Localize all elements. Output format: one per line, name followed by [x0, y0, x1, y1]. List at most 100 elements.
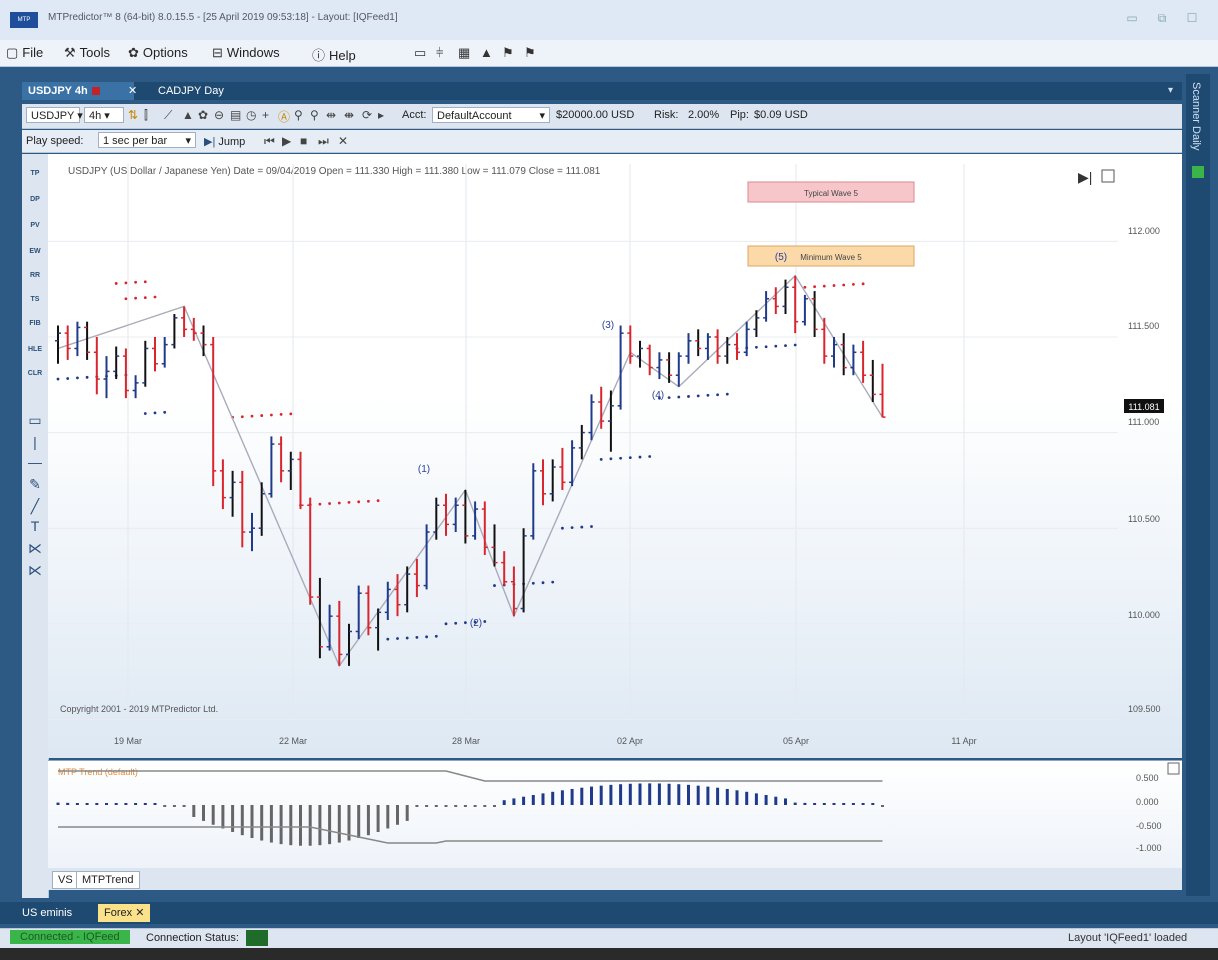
crosshair-icon[interactable]: +: [262, 108, 269, 122]
tool-fib[interactable]: FIB: [24, 320, 46, 327]
help-icon: ⓘ: [312, 48, 326, 63]
tab-vs[interactable]: VS: [52, 871, 79, 889]
indicator-bar: [502, 800, 506, 805]
tool-ew[interactable]: EW: [24, 248, 46, 255]
list-icon[interactable]: ▤: [230, 108, 241, 122]
price-bar: [675, 352, 682, 387]
toolbar-flag2-icon[interactable]: ⚑: [524, 45, 536, 61]
menu-options[interactable]: ✿ Options: [128, 45, 188, 61]
tabs-dropdown-icon[interactable]: ▾: [1168, 82, 1173, 100]
menu-help[interactable]: ⓘ Help: [312, 45, 356, 64]
indicator-title-name: MTP Trend: [58, 767, 102, 777]
zoom-in-icon[interactable]: ⚲: [294, 108, 303, 122]
annotate-icon[interactable]: Ⓐ: [278, 108, 290, 125]
stop-dot: [250, 414, 254, 418]
tool-pv[interactable]: PV: [24, 222, 46, 229]
playback-controls[interactable]: ▶|: [1078, 169, 1115, 185]
price-axis: 112.000 111.500 111.000 110.500 110.000 …: [1124, 226, 1164, 714]
reset-icon[interactable]: [1101, 169, 1115, 183]
fork2-tool-icon[interactable]: ⋉: [24, 562, 46, 579]
tool-hle[interactable]: HLE: [24, 346, 46, 353]
play-forward-icon[interactable]: ▸: [378, 108, 384, 122]
tab-usdjpy[interactable]: USDJPY 4h: [22, 82, 134, 100]
price-bar: [772, 287, 779, 315]
pencil-icon[interactable]: ✎: [24, 476, 46, 493]
horizontal-line-icon[interactable]: —: [24, 454, 46, 470]
stop-dot: [143, 412, 147, 415]
tab-us-eminis[interactable]: US eminis: [16, 904, 78, 922]
skip-forward-icon[interactable]: ⏭: [318, 134, 329, 149]
price-bar: [113, 346, 120, 380]
maximize-icon[interactable]: ☐: [1182, 10, 1202, 26]
play-icon[interactable]: ▶: [282, 134, 291, 148]
indicator-svg[interactable]: MTP Trend (default) 0.500 0.000 -0.500 -…: [48, 761, 1182, 869]
timeframe-dropdown[interactable]: 4h ▾: [84, 107, 124, 123]
print-icon[interactable]: ⊖: [214, 108, 224, 122]
tab-forex-close-icon[interactable]: ✕: [135, 907, 144, 919]
play-end-icon[interactable]: ▶|: [1078, 169, 1092, 185]
tool-dp[interactable]: DP: [24, 196, 46, 203]
risk-value[interactable]: 2.00%: [688, 109, 719, 121]
text-tool-icon[interactable]: T: [24, 518, 46, 534]
tool-ts[interactable]: TS: [24, 296, 46, 303]
tab-forex[interactable]: Forex ✕: [98, 904, 151, 922]
price-bar: [74, 321, 81, 357]
menu-tools[interactable]: ⚒ Tools: [64, 45, 110, 61]
toolbar-flag-icon[interactable]: ⚑: [502, 45, 514, 61]
bars-toggle-icon[interactable]: ⇅: [128, 108, 138, 122]
refresh-icon[interactable]: ⟳: [362, 108, 372, 122]
minimize-icon[interactable]: ▭: [1122, 10, 1142, 26]
compress-icon[interactable]: ⇹: [326, 108, 336, 122]
bell-icon[interactable]: ▲: [182, 108, 194, 122]
tab-cadjpy[interactable]: CADJPY Day: [152, 82, 264, 100]
price-bar: [811, 291, 818, 337]
stop-dot: [66, 377, 70, 380]
indicator-panel[interactable]: MTP Trend (default) 0.500 0.000 -0.500 -…: [48, 760, 1182, 869]
trend-tool-icon[interactable]: ⟋: [164, 108, 172, 123]
toolbar-grid-icon[interactable]: ▦: [458, 45, 470, 61]
indicator-close-icon[interactable]: [1167, 762, 1180, 775]
tab-mtptrend[interactable]: MTPTrend: [76, 871, 140, 889]
window-title: MTPredictor™ 8 (64-bit) 8.0.15.5 - [25 A…: [48, 12, 398, 23]
rectangle-tool-icon[interactable]: ▭: [24, 412, 46, 429]
zoom-out-icon[interactable]: ⚲: [310, 108, 319, 122]
close-play-icon[interactable]: ✕: [338, 134, 348, 148]
tab-close-icon[interactable]: ✕: [128, 82, 137, 100]
menu-windows[interactable]: ⊟ Windows: [212, 45, 280, 61]
expand-icon[interactable]: ⇼: [344, 108, 354, 122]
clock-icon[interactable]: ◷: [246, 108, 256, 122]
fork-tool-icon[interactable]: ⋉: [24, 540, 46, 557]
jump-button[interactable]: ▶| Jump: [204, 135, 245, 148]
account-dropdown[interactable]: DefaultAccount ▾: [432, 107, 550, 123]
restore-icon[interactable]: ⧉: [1152, 10, 1172, 26]
stop-dot: [114, 282, 118, 285]
indicator-bar: [881, 805, 884, 807]
scanner-label[interactable]: Scanner Daily: [1190, 82, 1202, 150]
toolbar-bars-icon[interactable]: ⫩: [436, 45, 443, 61]
skip-back-icon[interactable]: ⏮: [264, 134, 275, 149]
price-chart[interactable]: USDJPY (US Dollar / Japanese Yen) Date =…: [48, 154, 1182, 758]
toolbar-chart-icon[interactable]: ▭: [414, 45, 426, 61]
price-chart-svg[interactable]: USDJPY (US Dollar / Japanese Yen) Date =…: [48, 154, 1182, 758]
price-bars: [55, 275, 886, 666]
play-speed-dropdown[interactable]: 1 sec per bar ▾: [98, 132, 196, 148]
stop-icon[interactable]: ■: [300, 134, 307, 148]
settings-icon[interactable]: ✿: [198, 108, 208, 122]
tool-tp[interactable]: TP: [24, 170, 46, 177]
trendline-icon[interactable]: ╱: [24, 498, 46, 515]
toolbar-home-icon[interactable]: ▲: [480, 45, 493, 60]
menu-file[interactable]: ▢ File: [6, 45, 43, 61]
indicator-bar: [628, 783, 632, 805]
candles-icon[interactable]: ⫿: [144, 108, 148, 123]
vertical-line-icon[interactable]: |: [24, 434, 46, 450]
indicator-bar: [182, 805, 186, 807]
price-bar: [423, 524, 430, 590]
tool-clr[interactable]: CLR: [24, 370, 46, 377]
play-toolbar: [22, 130, 1182, 153]
indicator-bar: [861, 803, 865, 805]
tool-rr[interactable]: RR: [24, 272, 46, 279]
scanner-sidebar[interactable]: [1186, 74, 1210, 896]
indicator-bar: [202, 805, 205, 821]
symbol-dropdown[interactable]: USDJPY ▾: [26, 107, 83, 123]
indicator-bar: [560, 790, 564, 805]
